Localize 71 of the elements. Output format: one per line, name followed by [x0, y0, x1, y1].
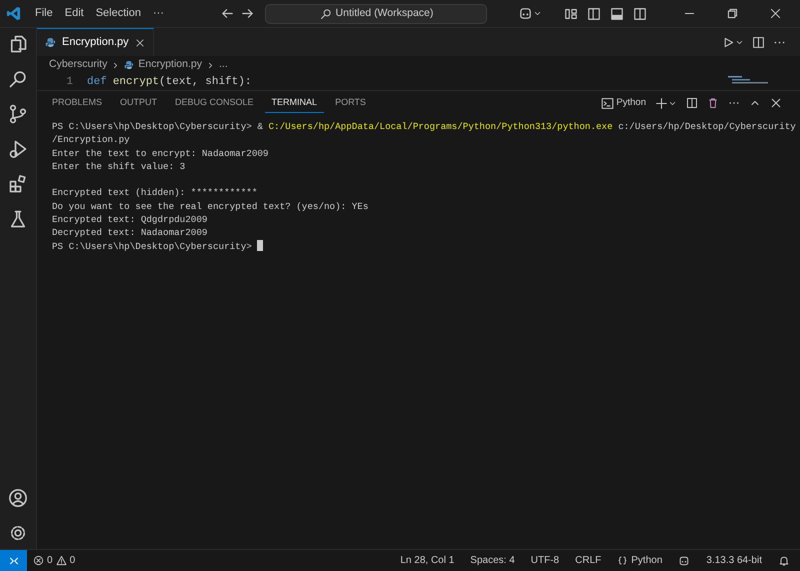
search-icon[interactable]	[8, 69, 28, 89]
python-file-icon	[45, 37, 56, 48]
menu-item[interactable]: Selection	[90, 3, 147, 24]
braces-icon	[617, 555, 628, 566]
split-terminal-icon[interactable]	[686, 97, 698, 109]
search-icon	[320, 8, 332, 20]
toggle-sidebar-icon[interactable]	[587, 6, 601, 20]
trash-icon[interactable]	[707, 97, 719, 109]
restore-icon[interactable]	[726, 7, 739, 20]
language-status[interactable]: Python	[611, 553, 668, 568]
remote-button[interactable]	[0, 550, 27, 571]
close-icon[interactable]	[769, 7, 782, 20]
settings-icon[interactable]	[8, 523, 28, 543]
menu-item[interactable]: File	[29, 3, 59, 24]
terminal-line: Encrypted text (hidden): ************	[52, 187, 258, 198]
status-item[interactable]: UTF-8	[524, 553, 566, 568]
flask-icon[interactable]	[8, 209, 28, 229]
explorer-icon[interactable]	[8, 34, 28, 54]
split-editor-icon[interactable]	[752, 36, 765, 48]
workspace-title: Untitled (Workspace)	[336, 6, 434, 21]
command-center[interactable]: Untitled (Workspace)	[265, 4, 488, 24]
menu-item[interactable]: ···	[146, 3, 170, 24]
line-number: 1	[65, 74, 74, 90]
terminal-line: Do you want to see the real encrypted text? (yes/no): YEs	[52, 200, 368, 212]
status-item[interactable]: Ln 28, Col 1	[394, 553, 460, 568]
status-item[interactable]: 3.13.3 64-bit	[700, 553, 768, 568]
terminal-name[interactable]: Python	[616, 96, 646, 110]
panel-tab[interactable]: PROBLEMS	[45, 92, 110, 114]
terminal-line: Decrypted text: Nadaomar2009	[52, 227, 208, 238]
toggle-secondary-sidebar-icon[interactable]	[633, 6, 647, 20]
terminal-line: PS C:\Users\hp\Desktop\Cyberscurity>	[52, 240, 264, 252]
breadcrumb-item[interactable]: ...	[218, 57, 228, 73]
close-icon[interactable]	[134, 38, 145, 48]
code-line: def encrypt(text, shift):	[87, 74, 252, 90]
app-logo-icon	[6, 6, 21, 21]
panel-tab[interactable]: PORTS	[328, 92, 373, 114]
terminal-line: Enter the text to encrypt: Nadaomar2009	[52, 148, 268, 159]
status-item[interactable]: Spaces: 4	[464, 553, 521, 568]
panel-tab[interactable]: DEBUG CONSOLE	[168, 92, 261, 114]
python-file-icon	[124, 60, 134, 70]
breadcrumb-item[interactable]: Encryption.py	[138, 57, 202, 73]
run-debug-icon[interactable]	[8, 139, 28, 159]
warning-icon	[56, 555, 67, 566]
menu-item[interactable]: Edit	[58, 3, 90, 24]
notification-bell-icon[interactable]	[778, 554, 790, 566]
panel-tab[interactable]: OUTPUT	[113, 92, 164, 114]
add-terminal-icon[interactable]	[655, 96, 668, 110]
customize-layout-icon[interactable]	[564, 6, 578, 20]
terminal-line: Encrypted text: Qdgdrpdu2009	[52, 214, 208, 226]
terminal-cursor	[257, 240, 264, 251]
problems-status[interactable]: 0 0	[27, 553, 82, 568]
account-icon[interactable]	[8, 488, 28, 508]
source-control-icon[interactable]	[8, 104, 28, 124]
terminal-line: /Encryption.py	[52, 134, 130, 146]
breadcrumb-item[interactable]: Cyberscurity	[49, 57, 108, 73]
copilot-icon[interactable]	[678, 554, 690, 566]
panel-tab[interactable]: TERMINAL	[264, 92, 324, 114]
forward-arrow-icon[interactable]	[240, 6, 256, 21]
caret-icon[interactable]	[533, 9, 542, 18]
toggle-panel-icon[interactable]	[610, 6, 624, 20]
error-icon	[33, 555, 44, 566]
copilot-icon[interactable]	[518, 6, 533, 21]
terminal-line: Enter the shift value: 3	[52, 160, 186, 172]
editor-tab[interactable]: Encryption.py	[37, 28, 154, 56]
terminal-line: PS C:\Users\hp\Desktop\Cyberscurity> & C:/Users/hp/AppData/Local/Programs/Python/Python313/python.exe c:/Users/hp/Desktop/Cyberscurity	[52, 121, 796, 132]
back-arrow-icon[interactable]	[220, 6, 235, 21]
run-icon[interactable]	[722, 36, 735, 48]
terminal-icon[interactable]	[600, 96, 614, 110]
status-item[interactable]: CRLF	[569, 553, 608, 568]
close-panel-icon[interactable]	[770, 97, 782, 109]
extensions-icon[interactable]	[8, 174, 28, 194]
